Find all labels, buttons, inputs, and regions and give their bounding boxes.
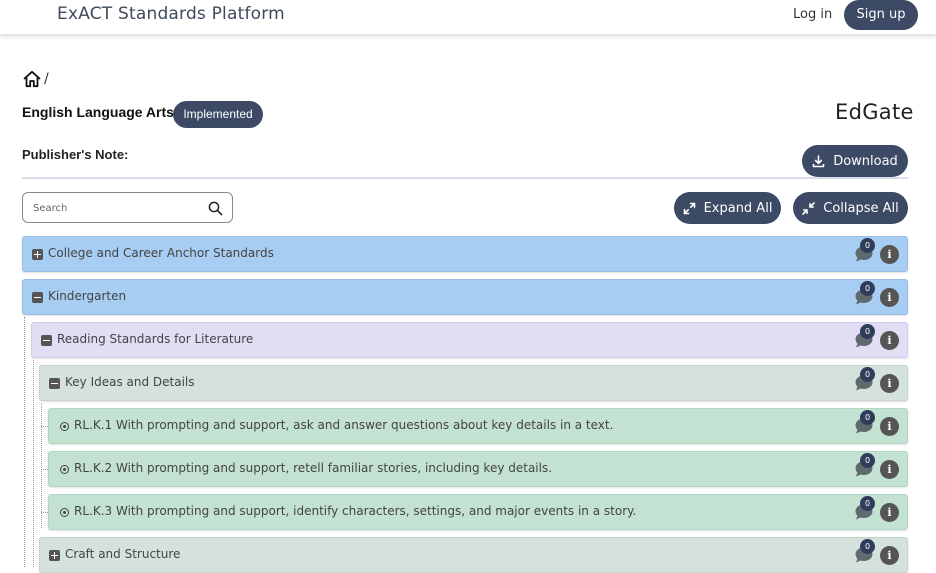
tree-node-label: RL.K.2 With prompting and support, retel… — [74, 461, 553, 475]
tree-guide-line — [41, 512, 48, 513]
leaf-node-icon — [60, 465, 69, 474]
tree-node[interactable]: Kindergarten 0 i — [22, 279, 908, 315]
tree-node[interactable]: Reading Standards for Literature 0 i — [31, 322, 908, 358]
search-input[interactable] — [31, 198, 195, 218]
download-button[interactable]: Download — [802, 145, 908, 177]
tree-node[interactable]: Craft and Structure 0 i — [39, 537, 908, 573]
comment-count-badge: 0 — [860, 367, 875, 382]
tree-node-label: RL.K.1 With prompting and support, ask a… — [74, 418, 614, 432]
tree-node[interactable]: Key Ideas and Details 0 i — [39, 365, 908, 401]
leaf-node-icon — [60, 508, 69, 517]
collapse-icon — [802, 201, 816, 215]
publisher-name: EdGate — [835, 100, 914, 124]
comment-count-badge: 0 — [860, 324, 875, 339]
expand-toggle-icon[interactable] — [32, 249, 43, 260]
info-icon[interactable]: i — [880, 245, 899, 264]
tree-guide-line — [41, 403, 42, 528]
comment-count-badge: 0 — [860, 410, 875, 425]
info-icon[interactable]: i — [880, 417, 899, 436]
tree-node-label: RL.K.3 With prompting and support, ident… — [74, 504, 637, 518]
collapse-all-button[interactable]: Collapse All — [793, 192, 908, 224]
tree-node-label: College and Career Anchor Standards — [48, 246, 274, 260]
status-badge: Implemented — [173, 101, 263, 128]
info-icon[interactable]: i — [880, 460, 899, 479]
search-icon[interactable] — [208, 201, 223, 216]
section-divider — [22, 177, 908, 179]
comment-count-badge: 0 — [860, 539, 875, 554]
tree-node[interactable]: RL.K.3 With prompting and support, ident… — [48, 494, 908, 530]
subject-title: English Language Arts — [22, 104, 174, 120]
top-navbar: ExACT Standards Platform Log in Sign up — [0, 0, 936, 35]
brand-title[interactable]: ExACT Standards Platform — [57, 4, 285, 24]
tree-guide-line — [24, 317, 25, 567]
expand-icon — [683, 202, 695, 214]
signup-button[interactable]: Sign up — [844, 0, 918, 30]
expand-all-button[interactable]: Expand All — [674, 192, 781, 224]
breadcrumb-separator: / — [44, 71, 49, 87]
expand-toggle-icon[interactable] — [49, 550, 60, 561]
info-icon[interactable]: i — [880, 546, 899, 565]
comment-count-badge: 0 — [860, 238, 875, 253]
tree-node[interactable]: RL.K.2 With prompting and support, retel… — [48, 451, 908, 487]
tree-guide-line — [41, 469, 48, 470]
tree-node-label: Reading Standards for Literature — [57, 332, 254, 346]
login-link[interactable]: Log in — [793, 7, 832, 22]
comment-count-badge: 0 — [860, 496, 875, 511]
leaf-node-icon — [60, 422, 69, 431]
tree-node[interactable]: RL.K.1 With prompting and support, ask a… — [48, 408, 908, 444]
tree-node-label: Craft and Structure — [65, 547, 181, 561]
download-icon — [812, 154, 825, 167]
comment-count-badge: 0 — [860, 281, 875, 296]
publisher-note-label: Publisher's Note: — [22, 147, 129, 162]
info-icon[interactable]: i — [880, 503, 899, 522]
home-icon[interactable] — [23, 70, 41, 88]
collapse-toggle-icon[interactable] — [41, 335, 52, 346]
tree-guide-line — [33, 360, 34, 567]
tree-node-label: Kindergarten — [48, 289, 127, 303]
collapse-toggle-icon[interactable] — [49, 378, 60, 389]
search-box — [22, 192, 233, 223]
tree-guide-line — [41, 426, 48, 427]
collapse-toggle-icon[interactable] — [32, 292, 43, 303]
info-icon[interactable]: i — [880, 331, 899, 350]
download-label: Download — [833, 153, 898, 169]
collapse-all-label: Collapse All — [823, 200, 899, 216]
info-icon[interactable]: i — [880, 374, 899, 393]
expand-all-label: Expand All — [703, 200, 773, 216]
tree-node[interactable]: College and Career Anchor Standards 0 i — [22, 236, 908, 272]
info-icon[interactable]: i — [880, 288, 899, 307]
tree-node-label: Key Ideas and Details — [65, 375, 195, 389]
comment-count-badge: 0 — [860, 453, 875, 468]
